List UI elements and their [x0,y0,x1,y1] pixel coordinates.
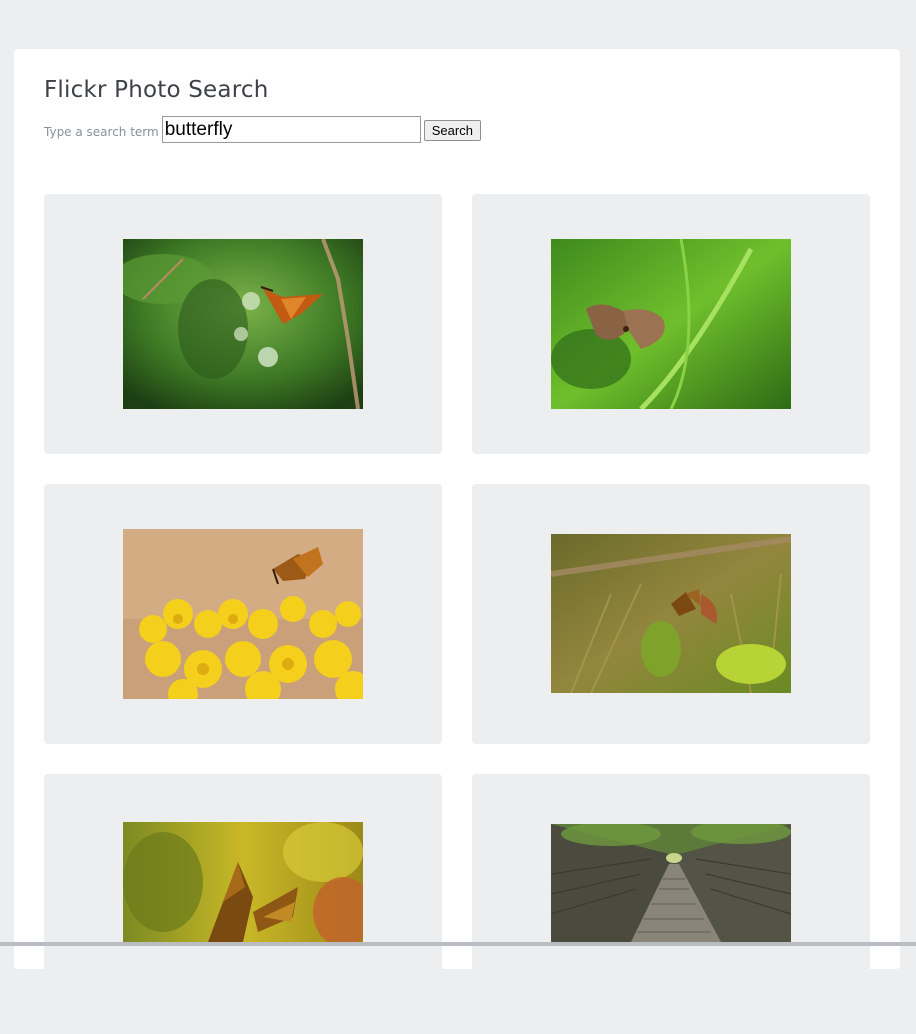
result-tile[interactable] [472,194,870,454]
result-tile[interactable] [44,484,442,744]
result-photo[interactable] [551,239,791,409]
search-form: Type a search term Search [44,115,481,144]
page-title: Flickr Photo Search [44,77,269,103]
search-label: Type a search term [44,124,159,139]
butterfly-photo-image [123,529,363,699]
result-tile[interactable] [44,774,442,1034]
butterfly-photo-image [551,534,791,693]
butterfly-photo-image [123,239,363,409]
result-photo[interactable] [123,529,363,699]
result-tile[interactable] [472,484,870,744]
search-button[interactable]: Search [423,120,481,141]
search-input[interactable] [161,116,421,143]
window-bottom-edge [0,942,916,946]
butterfly-photo-image [551,239,791,409]
tunnel-photo-image [551,824,791,942]
butterfly-photo-image [123,822,363,942]
result-tile[interactable] [472,774,870,1034]
result-photo[interactable] [123,822,363,942]
result-photo[interactable] [551,534,791,693]
result-photo[interactable] [551,824,791,942]
result-tile[interactable] [44,194,442,454]
result-photo[interactable] [123,239,363,409]
